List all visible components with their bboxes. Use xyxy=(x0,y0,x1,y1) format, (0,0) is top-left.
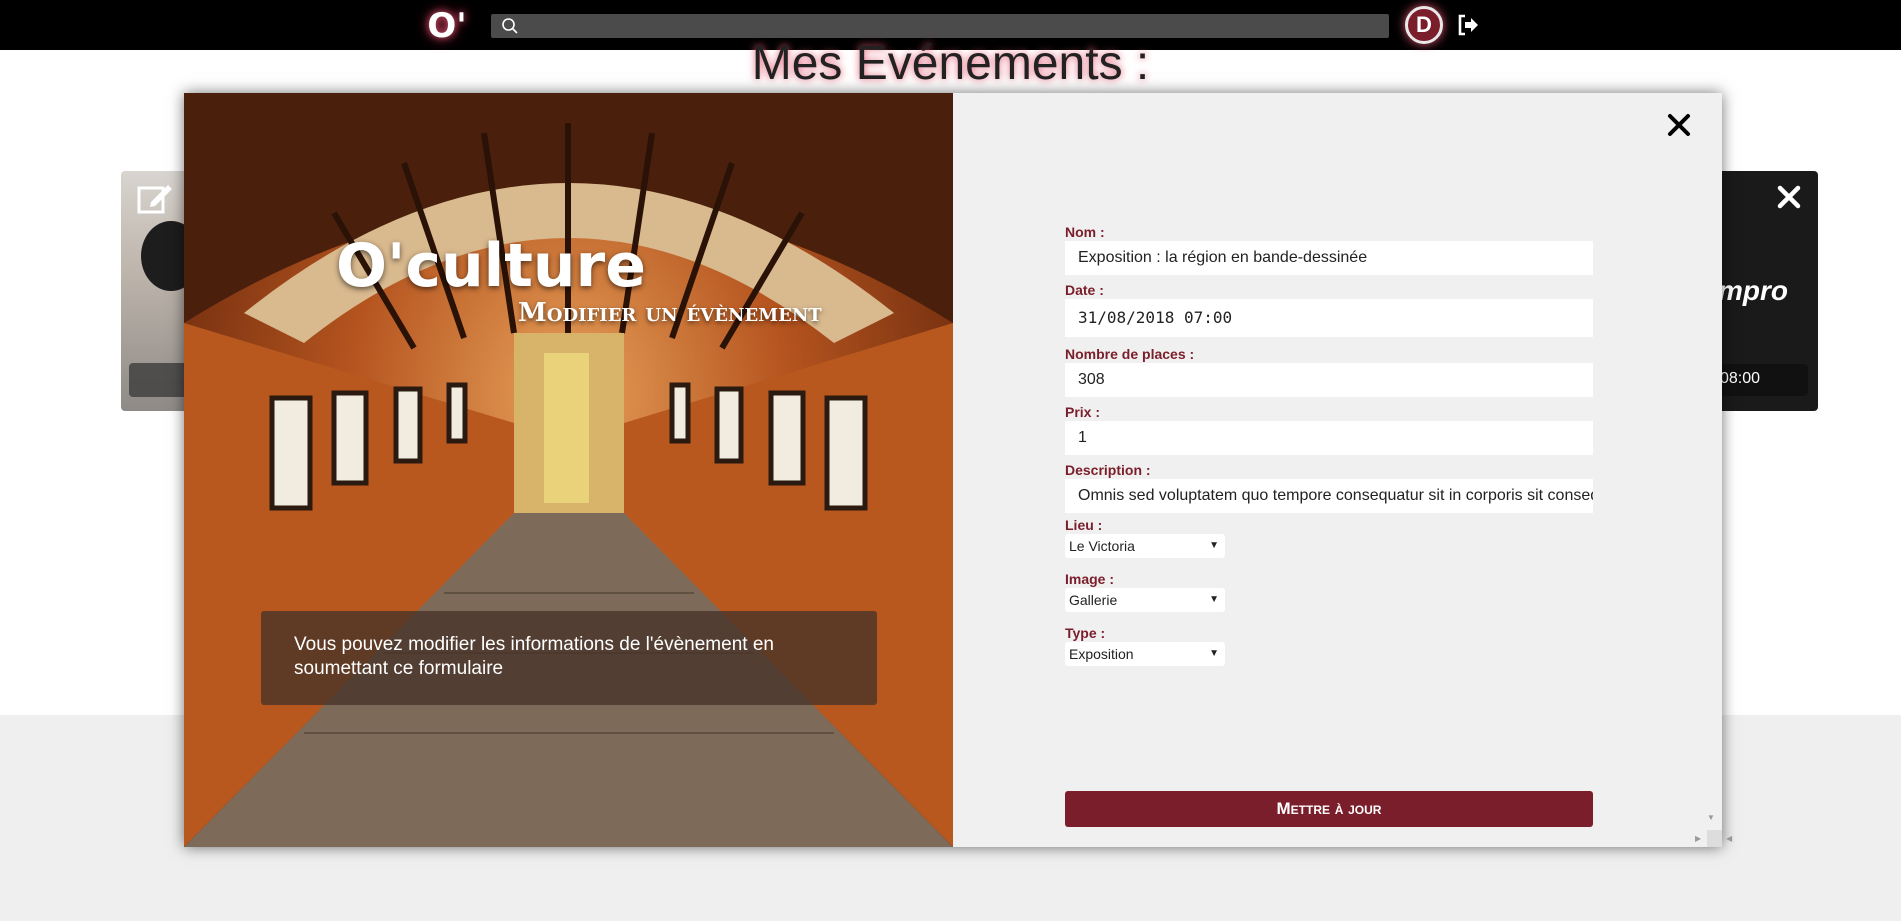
prix-field[interactable]: 1 xyxy=(1065,421,1593,455)
type-select[interactable]: Exposition ▼ xyxy=(1065,642,1225,666)
form-panel: Nom : Exposition : la région en bande-de… xyxy=(953,93,1732,847)
image-label: Image : xyxy=(1065,571,1115,587)
prix-label: Prix : xyxy=(1065,404,1101,420)
edit-event-form: Nom : Exposition : la région en bande-de… xyxy=(1065,224,1593,827)
description-field[interactable]: Omnis sed voluptatem quo tempore consequ… xyxy=(1065,479,1593,513)
image-value: Gallerie xyxy=(1069,592,1118,608)
search-icon xyxy=(502,18,518,34)
logout-icon[interactable] xyxy=(1456,13,1480,37)
form-group-lieu: Lieu : Le Victoria ▼ xyxy=(1065,517,1593,571)
image-select[interactable]: Gallerie ▼ xyxy=(1065,588,1225,612)
lieu-value: Le Victoria xyxy=(1069,538,1135,554)
lieu-select[interactable]: Le Victoria ▼ xyxy=(1065,534,1225,558)
close-icon[interactable] xyxy=(1666,112,1692,138)
type-value: Exposition xyxy=(1069,646,1134,662)
form-group-description: Description : Omnis sed voluptatem quo t… xyxy=(1065,462,1593,517)
places-field[interactable]: 308 xyxy=(1065,363,1593,397)
corridor-illustration xyxy=(184,93,953,847)
chevron-down-icon: ▼ xyxy=(1209,540,1219,551)
form-group-type: Type : Exposition ▼ xyxy=(1065,625,1593,679)
scroll-left-arrow[interactable]: ◀ xyxy=(1726,834,1732,843)
form-group-places: Nombre de places : 308 xyxy=(1065,346,1593,404)
chevron-down-icon: ▼ xyxy=(1209,648,1219,659)
edit-icon[interactable] xyxy=(136,180,174,216)
description-label: Description : xyxy=(1065,462,1151,478)
edit-event-modal: O'culture Modifier un évènement Vous pou… xyxy=(184,93,1732,847)
brand-title: O'culture xyxy=(336,231,646,301)
info-box: Vous pouvez modifier les informations de… xyxy=(261,611,877,705)
form-group-prix: Prix : 1 xyxy=(1065,404,1593,462)
form-group-date: Date : 31/08/2018 07:00 xyxy=(1065,282,1593,346)
form-group-image: Image : Gallerie ▼ xyxy=(1065,571,1593,625)
card-time: 08:00 xyxy=(1720,370,1761,387)
page-title: Mes Evénements : xyxy=(751,37,1150,90)
card-title: mpro xyxy=(1718,275,1788,306)
update-button[interactable]: Mettre à jour xyxy=(1065,791,1593,827)
scroll-down-arrow[interactable]: ▼ xyxy=(1707,813,1715,822)
modal-hero-image: O'culture Modifier un évènement Vous pou… xyxy=(184,93,953,847)
type-label: Type : xyxy=(1065,625,1106,641)
modal-subtitle: Modifier un évènement xyxy=(518,298,822,328)
nom-field[interactable]: Exposition : la région en bande-dessinée xyxy=(1065,241,1593,275)
close-icon[interactable] xyxy=(1775,183,1803,211)
scrollbar-corner xyxy=(1707,830,1722,847)
nom-label: Nom : xyxy=(1065,224,1105,240)
scroll-right-arrow[interactable]: ▶ xyxy=(1695,834,1701,843)
date-field[interactable]: 31/08/2018 07:00 xyxy=(1065,299,1593,337)
chevron-down-icon: ▼ xyxy=(1209,594,1219,605)
card-label-strip xyxy=(129,363,191,397)
date-label: Date : xyxy=(1065,282,1104,298)
form-group-nom: Nom : Exposition : la région en bande-de… xyxy=(1065,224,1593,282)
info-text: Vous pouvez modifier les informations de… xyxy=(294,634,774,679)
search-input[interactable] xyxy=(491,14,1389,38)
lieu-label: Lieu : xyxy=(1065,517,1103,533)
places-label: Nombre de places : xyxy=(1065,346,1195,362)
